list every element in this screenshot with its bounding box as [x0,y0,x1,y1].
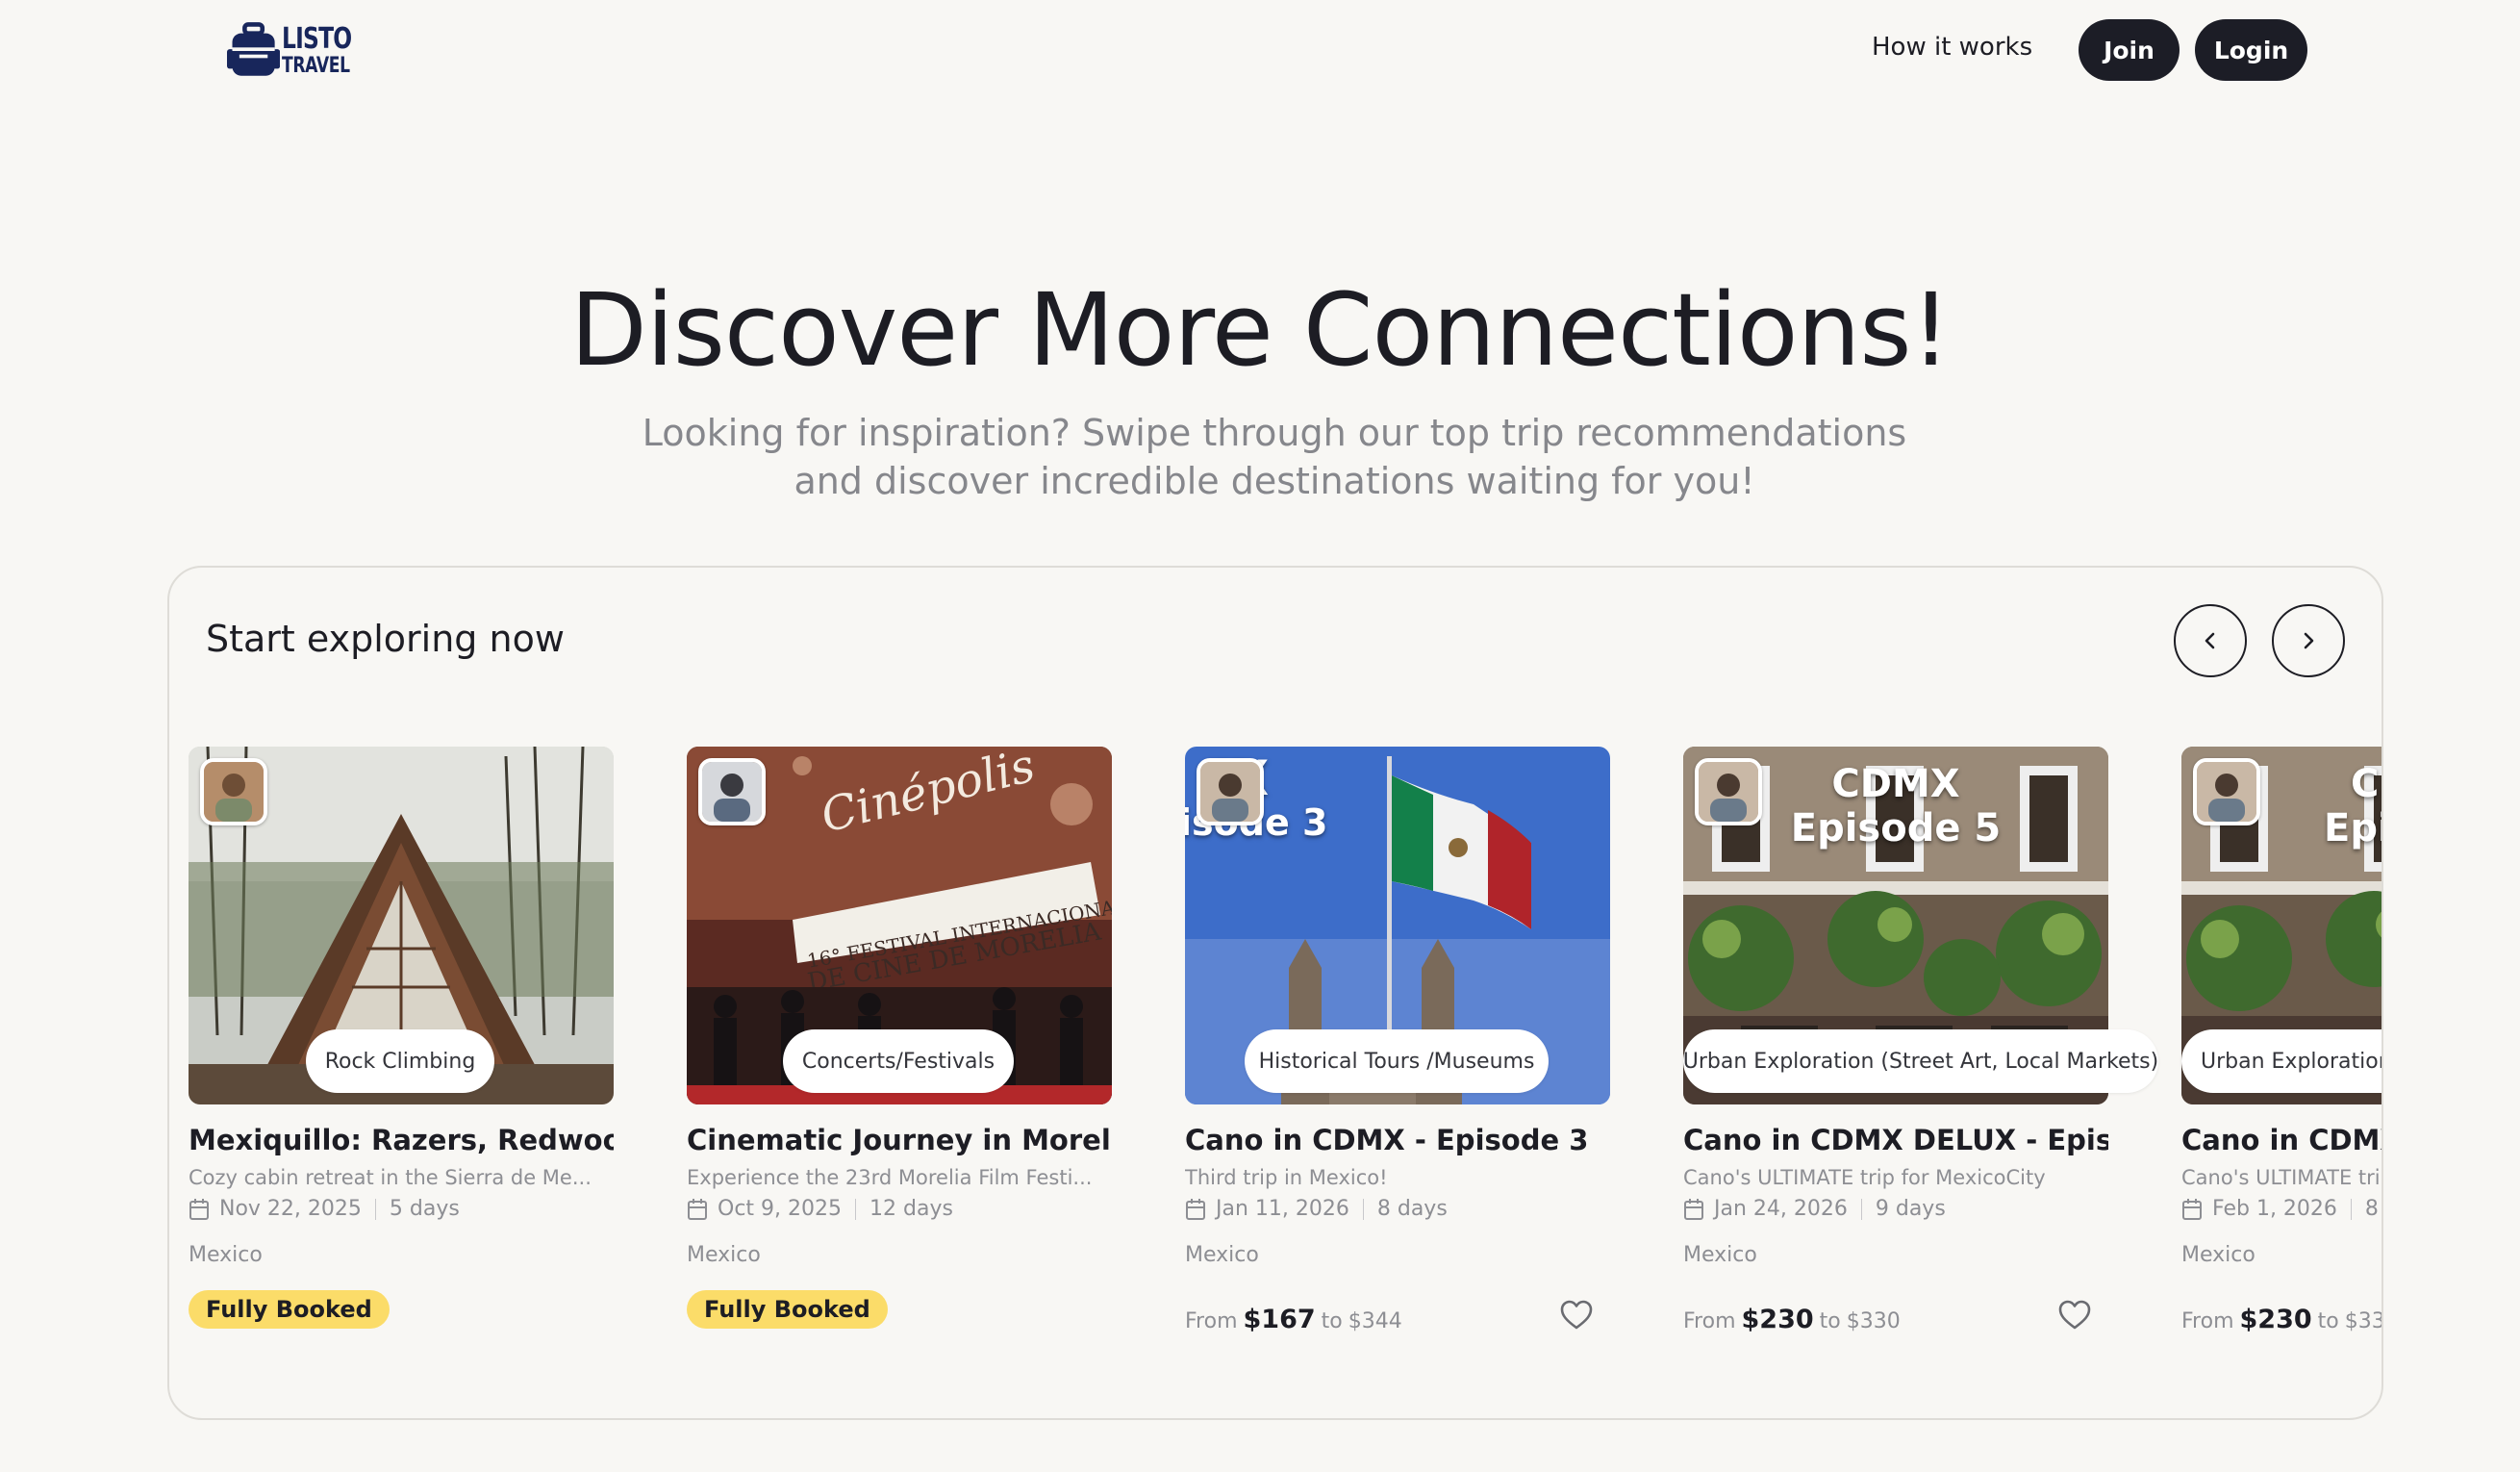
calendar-icon [688,1198,707,1220]
calendar-icon [2182,1198,2202,1220]
trip-meta: Feb 1, 2026 8 d [2181,1197,2381,1221]
favorite-button[interactable] [2056,1297,2093,1333]
calendar-icon [1684,1198,1703,1220]
chevron-right-icon [2304,632,2314,649]
heart-icon [2058,1300,2091,1330]
trip-meta: Jan 11, 2026 8 days [1185,1197,1448,1221]
login-button[interactable]: Login [2195,19,2307,81]
carousel-prev-button[interactable] [2174,604,2247,677]
category-pill: Concerts/Festivals [783,1029,1014,1093]
image-episode-line1: C [2351,762,2380,806]
trip-meta: Oct 9, 2025 12 days [687,1197,953,1221]
trip-description: Experience the 23rd Morelia Film Festi..… [687,1166,1093,1189]
trip-price: From $167 to $344 [1185,1305,1402,1334]
trip-date: Jan 11, 2026 [1216,1197,1349,1221]
trip-country: Mexico [1683,1243,1757,1267]
trip-country: Mexico [189,1243,263,1267]
calendar-icon [189,1198,209,1220]
host-avatar [200,758,267,825]
trip-title[interactable]: Cano in CDMX I [2181,1124,2381,1156]
category-pill: Rock Climbing [306,1029,494,1093]
backpack-icon [227,22,281,76]
calendar-icon [1186,1198,1205,1220]
trip-description: Cozy cabin retreat in the Sierra de Me..… [189,1166,592,1189]
image-episode-line2: Epi [2324,806,2381,850]
price-from: $230 [2239,1305,2312,1334]
trip-date: Jan 24, 2026 [1714,1197,1848,1221]
carousel-next-button[interactable] [2272,604,2345,677]
trip-country: Mexico [1185,1243,1259,1267]
trip-duration: 5 days [389,1197,460,1221]
status-badge: Fully Booked [687,1290,888,1329]
trip-title[interactable]: Cinematic Journey in Morelia – [687,1124,1112,1156]
hero-subtitle: Looking for inspiration? Swipe through o… [642,412,1907,502]
join-button[interactable]: Join [2079,19,2180,81]
price-prefix: From [2181,1309,2234,1333]
trip-description: Cano's ULTIMATE trip [2181,1166,2383,1189]
category-pill: Urban Exploration (Street Art, Local Mar… [1683,1029,2158,1093]
price-prefix: From [1683,1309,1736,1333]
price-sep: to [2317,1309,2339,1333]
price-to: $344 [1348,1309,1402,1333]
trip-card[interactable]: Cinépolis 16° FESTIVAL INTERNACIONAL DE … [687,747,1112,1362]
price-from: $167 [1243,1305,1316,1334]
heart-icon [1560,1300,1593,1330]
trip-meta: Nov 22, 2025 5 days [189,1197,460,1221]
trip-price: From$230to$330 [2181,1305,2381,1334]
price-sep: to [1819,1309,1841,1333]
trip-date: Feb 1, 2026 [2212,1197,2337,1221]
trip-price: From$230to$330 [1683,1305,1901,1334]
trip-duration: 12 days [869,1197,953,1221]
carousel-title: Start exploring now [206,618,565,660]
trip-country: Mexico [2181,1243,2255,1267]
status-badge: Fully Booked [189,1290,390,1329]
host-avatar [2193,758,2260,825]
trip-card[interactable]: IX isode 3 Historical Tours /Museums Can… [1185,747,1610,1362]
price-prefix: From [1185,1309,1238,1333]
trip-duration: 8 d [2364,1197,2381,1221]
trip-meta: Jan 24, 2026 9 days [1683,1197,1946,1221]
trip-title[interactable]: Mexiquillo: Razers, Redwoods & [189,1124,614,1156]
chevron-left-icon [2205,632,2215,649]
category-pill: Urban Exploration ( [2181,1029,2381,1093]
price-to: $330 [2344,1309,2381,1333]
trip-title[interactable]: Cano in CDMX DELUX - Episode [1683,1124,2108,1156]
card-track: Rock Climbing Mexiquillo: Razers, Redwoo… [189,747,2383,1382]
image-episode-line1: IX [1214,754,1610,802]
price-sep: to [1321,1309,1343,1333]
favorite-button[interactable] [1558,1297,1595,1333]
host-avatar [1197,758,1264,825]
trip-duration: 8 days [1376,1197,1448,1221]
nav-how-it-works[interactable]: How it works [1872,33,2032,62]
logo-wordmark: LISTO TRAVEL [282,22,352,78]
trip-description: Third trip in Mexico! [1185,1166,1388,1189]
trip-title[interactable]: Cano in CDMX - Episode 3 [1185,1124,1610,1156]
price-from: $230 [1741,1305,1814,1334]
host-avatar [1695,758,1762,825]
trip-description: Cano's ULTIMATE trip for MexicoCity [1683,1166,2046,1189]
trip-country: Mexico [687,1243,761,1267]
host-avatar [698,758,766,825]
trip-card[interactable]: C Epi Urban Exploration ( Cano in CDMX I… [2181,747,2383,1362]
trip-date: Nov 22, 2025 [219,1197,362,1221]
trip-card[interactable]: Rock Climbing Mexiquillo: Razers, Redwoo… [189,747,614,1362]
trip-card[interactable]: CDMX Episode 5 Urban Exploration (Street… [1683,747,2158,1362]
category-pill: Historical Tours /Museums [1245,1029,1549,1093]
price-to: $330 [1846,1309,1901,1333]
trip-carousel: Start exploring now Rock Climbing Mexiqu… [167,566,2383,1420]
hero-title: Discover More Connections! [569,271,1952,389]
trip-date: Oct 9, 2025 [718,1197,843,1221]
logo[interactable]: LISTO TRAVEL [227,19,371,83]
trip-duration: 9 days [1875,1197,1946,1221]
